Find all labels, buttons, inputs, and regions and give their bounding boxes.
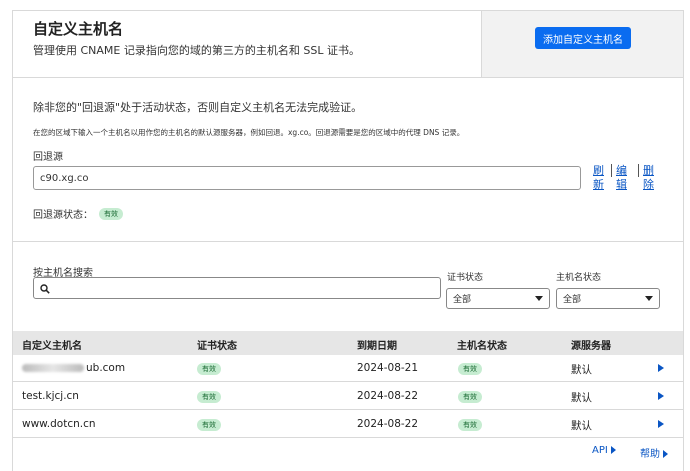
origin-cell: 默认	[571, 364, 592, 376]
chevron-right-icon	[663, 450, 668, 458]
add-custom-hostname-button[interactable]: 添加自定义主机名	[535, 27, 631, 49]
cert-status-badge: 有效	[197, 391, 221, 403]
edit-link-text-2: 辑	[616, 178, 627, 191]
host-status-badge: 有效	[458, 363, 482, 375]
fallback-status-badge: 有效	[99, 208, 123, 220]
column-header-hostname: 自定义主机名	[22, 341, 82, 352]
chevron-right-icon[interactable]	[658, 420, 664, 428]
hostname-cell: ub.com	[22, 362, 125, 374]
refresh-link-text-2: 新	[593, 178, 604, 191]
delete-link[interactable]: 删 除	[643, 164, 657, 192]
chevron-down-icon	[535, 295, 543, 301]
fallback-origin-input[interactable]	[33, 166, 581, 190]
hostname-visible-part: ub.com	[86, 362, 126, 374]
host-status-badge: 有效	[458, 391, 482, 403]
chevron-down-icon	[645, 295, 653, 301]
fallback-description: 在您的区域下输入一个主机名以用作您的主机名的默认源服务器，例如回退。xg.co。…	[33, 128, 465, 137]
edit-link[interactable]: 编 辑	[616, 164, 630, 192]
hostname-cell: www.dotcn.cn	[22, 418, 96, 430]
chevron-right-icon[interactable]	[658, 392, 664, 400]
table-row[interactable]: ub.com 有效 2024-08-21 有效 默认	[13, 355, 683, 382]
refresh-link[interactable]: 刷 新	[593, 164, 607, 192]
column-header-expiry: 到期日期	[357, 341, 397, 352]
origin-cell: 默认	[571, 420, 592, 432]
edit-link-text-1: 编	[616, 164, 627, 177]
expiry-cell: 2024-08-22	[357, 418, 419, 430]
search-icon	[40, 284, 50, 294]
custom-hostnames-card: 自定义主机名 管理使用 CNAME 记录指向您的域的第三方的主机名和 SSL 证…	[12, 10, 684, 471]
header-section: 自定义主机名 管理使用 CNAME 记录指向您的域的第三方的主机名和 SSL 证…	[13, 11, 683, 78]
host-status-badge: 有效	[458, 419, 482, 431]
delete-link-text-2: 除	[643, 178, 654, 191]
cert-status-badge: 有效	[197, 419, 221, 431]
action-divider	[611, 164, 613, 177]
hostnames-table-header: 自定义主机名 证书状态 到期日期 主机名状态 源服务器	[13, 331, 683, 355]
column-header-cert-status: 证书状态	[197, 341, 237, 352]
expiry-cell: 2024-08-21	[357, 362, 419, 374]
host-status-label: 主机名状态	[556, 273, 602, 283]
table-row[interactable]: test.kjcj.cn 有效 2024-08-22 有效 默认	[13, 383, 683, 410]
hostname-cell: test.kjcj.cn	[22, 390, 79, 402]
fallback-warning: 除非您的"回退源"处于活动状态，否则自定义主机名无法完成验证。	[33, 101, 363, 114]
api-link[interactable]: API	[592, 445, 616, 456]
cert-status-badge: 有效	[197, 363, 221, 375]
page-description: 管理使用 CNAME 记录指向您的域的第三方的主机名和 SSL 证书。	[33, 44, 360, 57]
table-row[interactable]: www.dotcn.cn 有效 2024-08-22 有效 默认	[13, 411, 683, 438]
api-link-label: API	[592, 445, 608, 456]
refresh-link-text-1: 刷	[593, 164, 604, 177]
chevron-right-icon[interactable]	[658, 364, 664, 372]
chevron-right-icon	[610, 446, 616, 454]
delete-link-text-1: 删	[643, 164, 654, 177]
hostname-search-input[interactable]	[33, 277, 441, 299]
cert-status-label: 证书状态	[447, 273, 484, 283]
fallback-origin-section: 除非您的"回退源"处于活动状态，否则自定义主机名无法完成验证。 在您的区域下输入…	[13, 78, 683, 242]
header-action-panel: 添加自定义主机名	[481, 11, 683, 77]
fallback-origin-label: 回退源	[33, 152, 63, 163]
redacted-text	[22, 364, 84, 372]
origin-cell: 默认	[571, 392, 592, 404]
action-divider	[638, 164, 640, 177]
help-link[interactable]: 帮助	[640, 445, 668, 460]
fallback-status-label: 回退源状态：	[33, 210, 93, 221]
host-status-value: 全部	[563, 295, 582, 305]
column-header-host-status: 主机名状态	[457, 341, 507, 352]
cert-status-value: 全部	[453, 295, 472, 305]
cert-status-select[interactable]: 全部	[446, 288, 550, 309]
column-header-origin-server: 源服务器	[571, 341, 611, 352]
help-link-label: 帮助	[640, 449, 660, 460]
page-title: 自定义主机名	[33, 20, 124, 38]
expiry-cell: 2024-08-22	[357, 390, 419, 402]
host-status-select[interactable]: 全部	[556, 288, 660, 309]
